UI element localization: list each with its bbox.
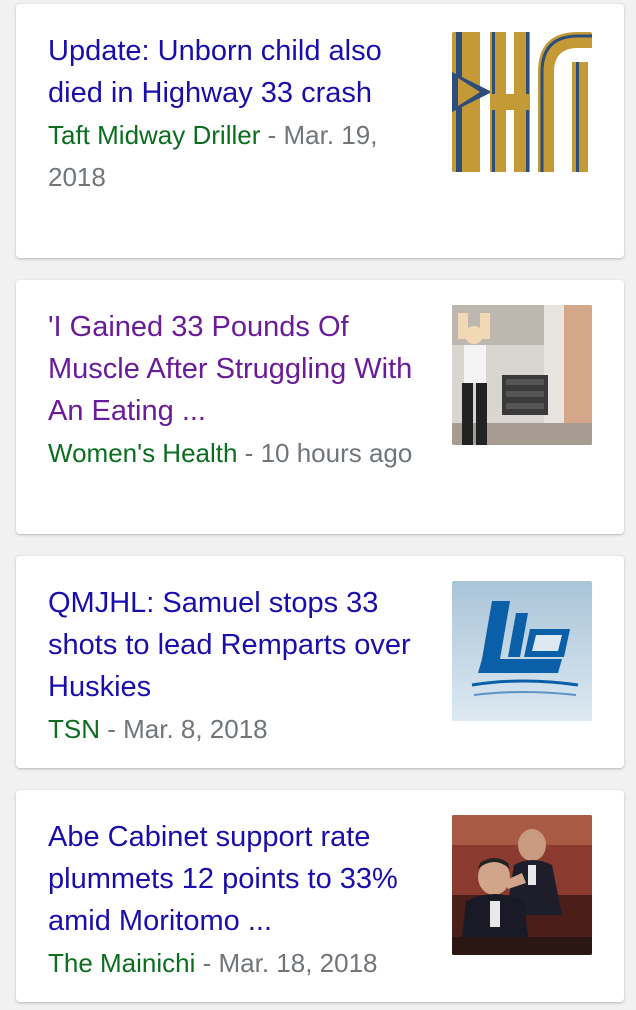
meta-separator: - <box>237 438 261 468</box>
news-headline-link[interactable]: Update: Unborn child also died in Highwa… <box>48 30 418 114</box>
news-date: Mar. 18, 2018 <box>218 948 378 978</box>
news-date: 10 hours ago <box>260 438 413 468</box>
news-headline-link[interactable]: 'I Gained 33 Pounds Of Muscle After Stru… <box>48 306 418 432</box>
news-meta: TSN - Mar. 8, 2018 <box>48 708 418 750</box>
news-source: Taft Midway Driller <box>48 120 261 150</box>
news-meta: The Mainichi - Mar. 18, 2018 <box>48 942 418 984</box>
news-card[interactable]: 'I Gained 33 Pounds Of Muscle After Stru… <box>16 280 624 534</box>
news-meta: Women's Health - 10 hours ago <box>48 432 418 474</box>
meta-separator: - <box>195 948 219 978</box>
gym-photo-icon[interactable] <box>452 305 592 445</box>
meta-separator: - <box>260 120 284 150</box>
meta-separator: - <box>100 714 124 744</box>
news-source: The Mainichi <box>48 948 196 978</box>
newspaper-logo-icon[interactable] <box>452 32 592 172</box>
news-meta: Taft Midway Driller - Mar. 19, 2018 <box>48 114 418 198</box>
news-card[interactable]: Update: Unborn child also died in Highwa… <box>16 4 624 258</box>
news-source: Women's Health <box>48 438 238 468</box>
news-card-text: Abe Cabinet support rate plummets 12 poi… <box>48 816 418 984</box>
news-headline-link[interactable]: QMJHL: Samuel stops 33 shots to lead Rem… <box>48 582 418 708</box>
news-card-text: Update: Unborn child also died in Highwa… <box>48 30 418 198</box>
politician-photo-icon[interactable] <box>452 815 592 955</box>
news-source: TSN <box>48 714 100 744</box>
lhjmq-logo-icon[interactable] <box>452 581 592 721</box>
news-card[interactable]: Abe Cabinet support rate plummets 12 poi… <box>16 790 624 1002</box>
news-feed: Update: Unborn child also died in Highwa… <box>0 0 636 1010</box>
news-date: Mar. 8, 2018 <box>123 714 268 744</box>
news-headline-link[interactable]: Abe Cabinet support rate plummets 12 poi… <box>48 816 418 942</box>
news-card-text: QMJHL: Samuel stops 33 shots to lead Rem… <box>48 582 418 750</box>
news-card-text: 'I Gained 33 Pounds Of Muscle After Stru… <box>48 306 418 474</box>
news-card[interactable]: QMJHL: Samuel stops 33 shots to lead Rem… <box>16 556 624 768</box>
